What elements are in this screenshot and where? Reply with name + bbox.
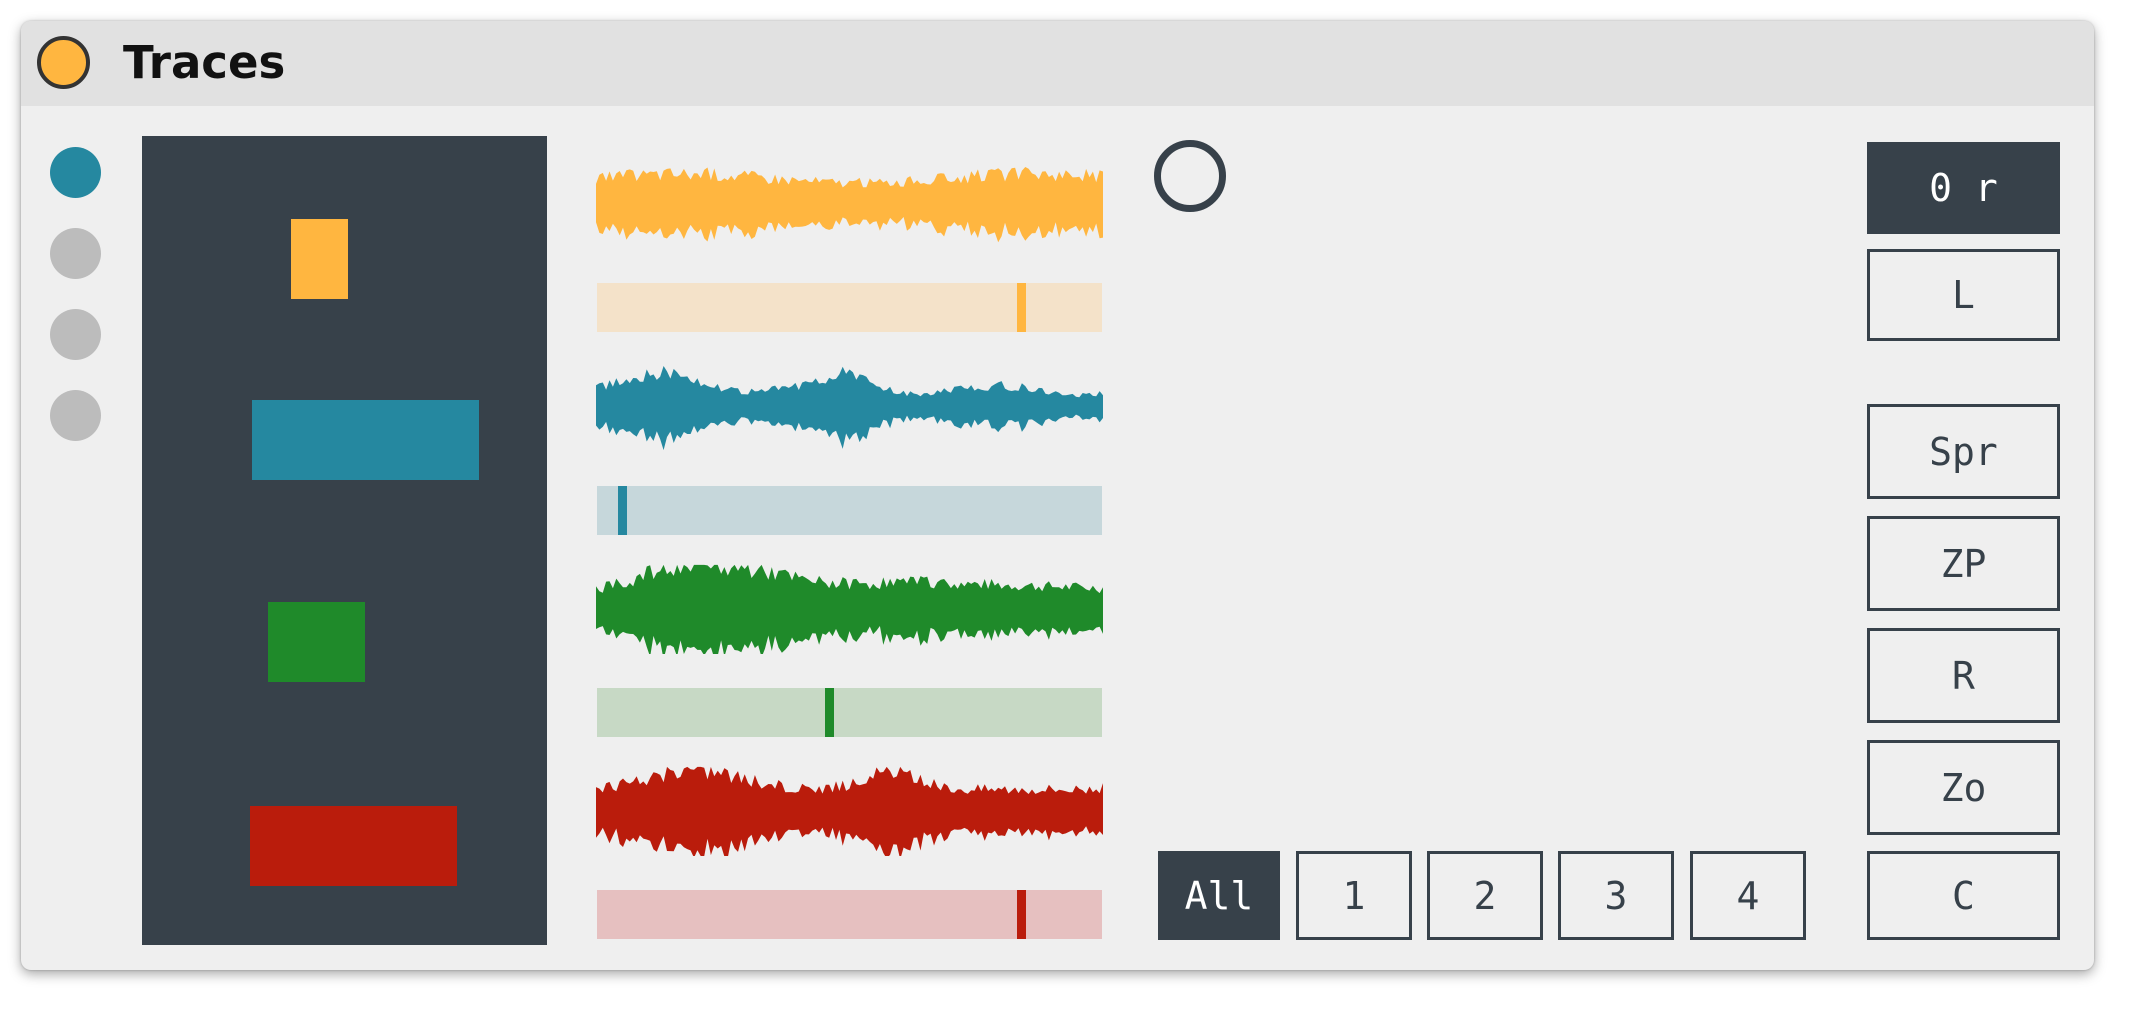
trace-selector-3[interactable] (50, 309, 101, 360)
trace-selector-1[interactable] (50, 147, 101, 198)
zero-reset-button[interactable]: 0 r (1867, 142, 2060, 234)
trace-3-position-slider[interactable] (597, 688, 1102, 737)
trace-1-slider-thumb[interactable] (1017, 283, 1027, 332)
trace-2-region[interactable] (252, 400, 479, 480)
mode-1-button[interactable]: 1 (1296, 851, 1412, 940)
spread-button[interactable]: Spr (1867, 404, 2060, 499)
trace-position-panel[interactable] (142, 136, 547, 945)
trace-4-position-slider[interactable] (597, 890, 1102, 939)
trace-1-region[interactable] (291, 219, 348, 299)
trace-selector-4[interactable] (50, 390, 101, 441)
trace-4-slider-thumb[interactable] (1017, 890, 1027, 939)
loop-button[interactable]: L (1867, 249, 2060, 341)
clear-button[interactable]: C (1867, 851, 2060, 940)
zoom-button[interactable]: Zo (1867, 740, 2060, 835)
traces-device: Traces All 1 2 3 4 0 r L Spr ZP R Zo C (21, 21, 2094, 970)
trace-1-waveform (596, 158, 1103, 248)
trace-4-region[interactable] (250, 806, 457, 886)
trace-2-position-slider[interactable] (597, 486, 1102, 535)
trace-2-slider-thumb[interactable] (618, 486, 628, 535)
zp-button[interactable]: ZP (1867, 516, 2060, 611)
trace-2-waveform (596, 361, 1103, 451)
trace-selector-2[interactable] (50, 228, 101, 279)
device-title: Traces (123, 36, 286, 89)
device-power-toggle[interactable] (37, 36, 90, 89)
trace-1-position-slider[interactable] (597, 283, 1102, 332)
trace-3-waveform (596, 564, 1103, 654)
trace-3-slider-thumb[interactable] (825, 688, 835, 737)
mode-all-button[interactable]: All (1158, 851, 1280, 940)
mode-3-button[interactable]: 3 (1558, 851, 1674, 940)
trace-4-waveform (596, 766, 1103, 856)
trace-3-region[interactable] (268, 602, 365, 682)
random-button[interactable]: R (1867, 628, 2060, 723)
xy-pad-handle[interactable] (1154, 140, 1226, 212)
title-bar: Traces (21, 21, 2094, 106)
mode-2-button[interactable]: 2 (1427, 851, 1543, 940)
mode-4-button[interactable]: 4 (1690, 851, 1806, 940)
